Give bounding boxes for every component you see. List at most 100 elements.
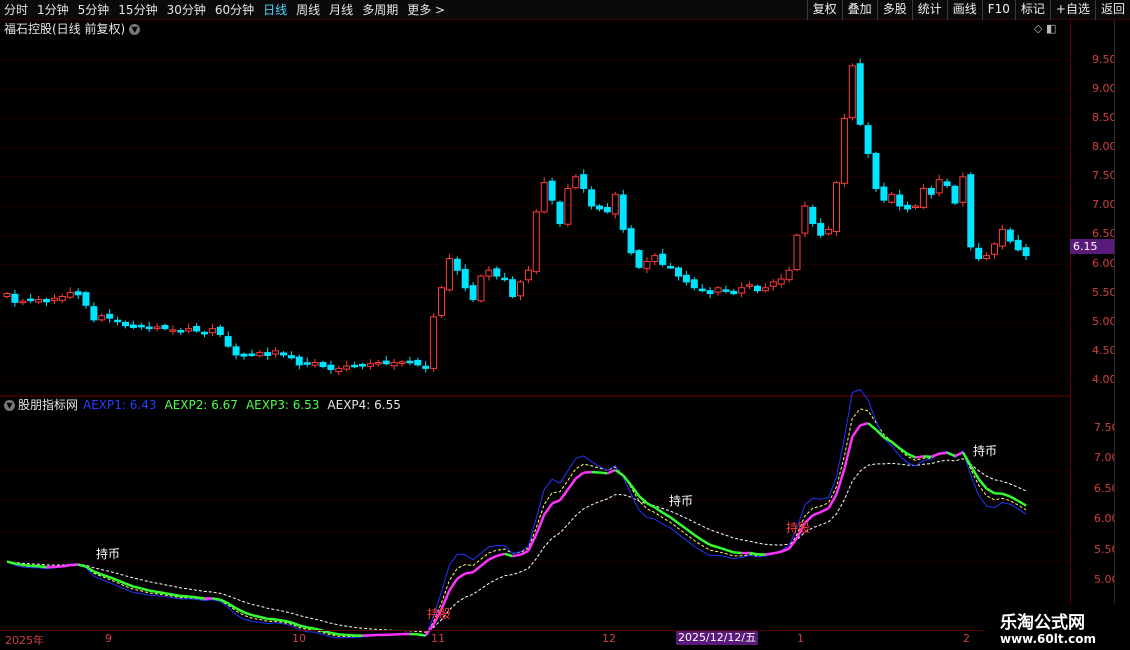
aexp2-segment bbox=[22, 563, 31, 568]
candle-up bbox=[959, 176, 967, 203]
back-button[interactable]: 返回 bbox=[1094, 0, 1130, 20]
candle-down bbox=[730, 290, 738, 295]
candle-down bbox=[295, 356, 303, 366]
tab-period-30min[interactable]: 30分钟 bbox=[167, 2, 206, 18]
tab-period-1min[interactable]: 1分钟 bbox=[37, 2, 69, 18]
candle-down bbox=[667, 266, 675, 269]
tab-period-fenshi[interactable]: 分时 bbox=[4, 2, 28, 18]
candle-down bbox=[627, 228, 635, 254]
candle-up bbox=[445, 258, 453, 291]
candle-up bbox=[738, 287, 746, 294]
candle-up bbox=[998, 228, 1006, 247]
signal-hold-coin: 持币 bbox=[96, 547, 121, 561]
add-watchlist-button[interactable]: +自选 bbox=[1049, 0, 1095, 20]
aexp2-segment bbox=[448, 577, 459, 592]
candle-down bbox=[603, 207, 611, 213]
aexp2-segment bbox=[1001, 492, 1011, 498]
candle-up bbox=[208, 328, 216, 334]
period-tabs: 分时 1分钟 5分钟 15分钟 30分钟 60分钟 日线 周线 月线 多周期 更… bbox=[4, 2, 454, 18]
price-tick: 7.50 bbox=[1092, 169, 1117, 182]
aexp2-segment bbox=[251, 613, 261, 619]
candle-down bbox=[548, 180, 556, 201]
candle-down bbox=[406, 360, 414, 364]
candle-up bbox=[50, 297, 58, 301]
price-tick: 6.00 bbox=[1092, 257, 1117, 270]
candle-down bbox=[864, 125, 872, 154]
aexp2-segment bbox=[693, 533, 703, 542]
candle-down bbox=[493, 268, 501, 277]
aexp2-segment bbox=[212, 597, 221, 601]
overlay-button[interactable]: 叠加 bbox=[841, 0, 877, 20]
candle-down bbox=[580, 174, 588, 189]
candle-up bbox=[769, 281, 777, 287]
aexp4-line bbox=[6, 458, 1027, 633]
aexp2-segment bbox=[456, 572, 466, 580]
candle-down bbox=[509, 279, 517, 298]
aexp2-segment bbox=[820, 507, 830, 514]
f10-button[interactable]: F10 bbox=[981, 0, 1015, 20]
aexp2-segment bbox=[1017, 499, 1027, 507]
candle-down bbox=[248, 353, 256, 356]
tab-period-15min[interactable]: 15分钟 bbox=[118, 2, 157, 18]
tab-period-more[interactable]: 更多 > bbox=[407, 2, 445, 18]
aexp2-segment bbox=[662, 511, 672, 519]
aexp2-segment bbox=[480, 558, 490, 567]
tab-period-60min[interactable]: 60分钟 bbox=[215, 2, 254, 18]
statistics-button[interactable]: 统计 bbox=[911, 0, 947, 20]
candle-down bbox=[659, 253, 667, 265]
candle-up bbox=[848, 65, 856, 119]
candle-down bbox=[1022, 247, 1030, 257]
mark-button[interactable]: 标记 bbox=[1014, 0, 1050, 20]
candle-up bbox=[19, 300, 27, 304]
candle-up bbox=[343, 365, 351, 370]
toolbar-right-buttons: 复权 叠加 多股 统计 画线 F10 标记 +自选 返回 bbox=[806, 0, 1130, 20]
tab-period-multi[interactable]: 多周期 bbox=[362, 2, 398, 18]
candle-down bbox=[303, 362, 311, 365]
indicator-name[interactable]: 股朋指标网 bbox=[18, 398, 78, 412]
indicator-grid bbox=[0, 439, 1070, 593]
aexp2-segment bbox=[859, 421, 869, 427]
aexp2-value: AEXP2: 6.67 bbox=[164, 398, 238, 412]
candle-down bbox=[319, 362, 327, 368]
candle-down bbox=[817, 223, 825, 236]
time-tick: 10 bbox=[292, 632, 306, 645]
aexp2-segment bbox=[749, 551, 758, 556]
fuquan-button[interactable]: 复权 bbox=[806, 0, 842, 20]
axis-divider bbox=[1070, 20, 1071, 630]
tab-period-daily[interactable]: 日线 bbox=[263, 2, 287, 18]
aexp2-segment bbox=[504, 552, 513, 558]
aexp2-segment bbox=[558, 488, 569, 501]
draw-line-button[interactable]: 画线 bbox=[946, 0, 982, 20]
current-price-tag: 6.15 bbox=[1070, 239, 1114, 254]
indicator-menu-icon[interactable]: ▼ bbox=[4, 400, 15, 411]
aexp2-segment bbox=[701, 539, 711, 547]
candle-up bbox=[761, 287, 769, 292]
side-info-strip[interactable] bbox=[1114, 20, 1130, 630]
candle-down bbox=[461, 269, 469, 289]
multi-stock-button[interactable]: 多股 bbox=[876, 0, 912, 20]
top-toolbar: 分时 1分钟 5分钟 15分钟 30分钟 60分钟 日线 周线 月线 多周期 更… bbox=[0, 0, 1130, 20]
candle-down bbox=[287, 355, 295, 359]
candle-down bbox=[596, 205, 603, 210]
candle-down bbox=[351, 364, 359, 368]
aexp2-segment bbox=[472, 564, 482, 574]
price-tick: 8.00 bbox=[1092, 140, 1117, 153]
candle-down bbox=[422, 365, 430, 369]
aexp2-segment bbox=[843, 436, 854, 470]
candle-up bbox=[3, 293, 11, 298]
aexp2-segment bbox=[717, 546, 727, 551]
candle-down bbox=[27, 298, 35, 302]
tab-period-weekly[interactable]: 周线 bbox=[296, 2, 320, 18]
watermark-title: 乐淘公式网 bbox=[1000, 613, 1085, 633]
candle-up bbox=[398, 361, 406, 364]
tab-period-5min[interactable]: 5分钟 bbox=[78, 2, 110, 18]
aexp2-segment bbox=[575, 471, 585, 480]
aexp2-segment bbox=[765, 552, 774, 556]
signal-hold-coin: 持币 bbox=[973, 444, 998, 458]
candle-up bbox=[256, 352, 264, 357]
candle-down bbox=[264, 352, 272, 357]
candle-down bbox=[690, 279, 698, 289]
aexp3-value: AEXP3: 6.53 bbox=[245, 398, 320, 412]
candle-down bbox=[896, 194, 904, 207]
tab-period-monthly[interactable]: 月线 bbox=[329, 2, 353, 18]
